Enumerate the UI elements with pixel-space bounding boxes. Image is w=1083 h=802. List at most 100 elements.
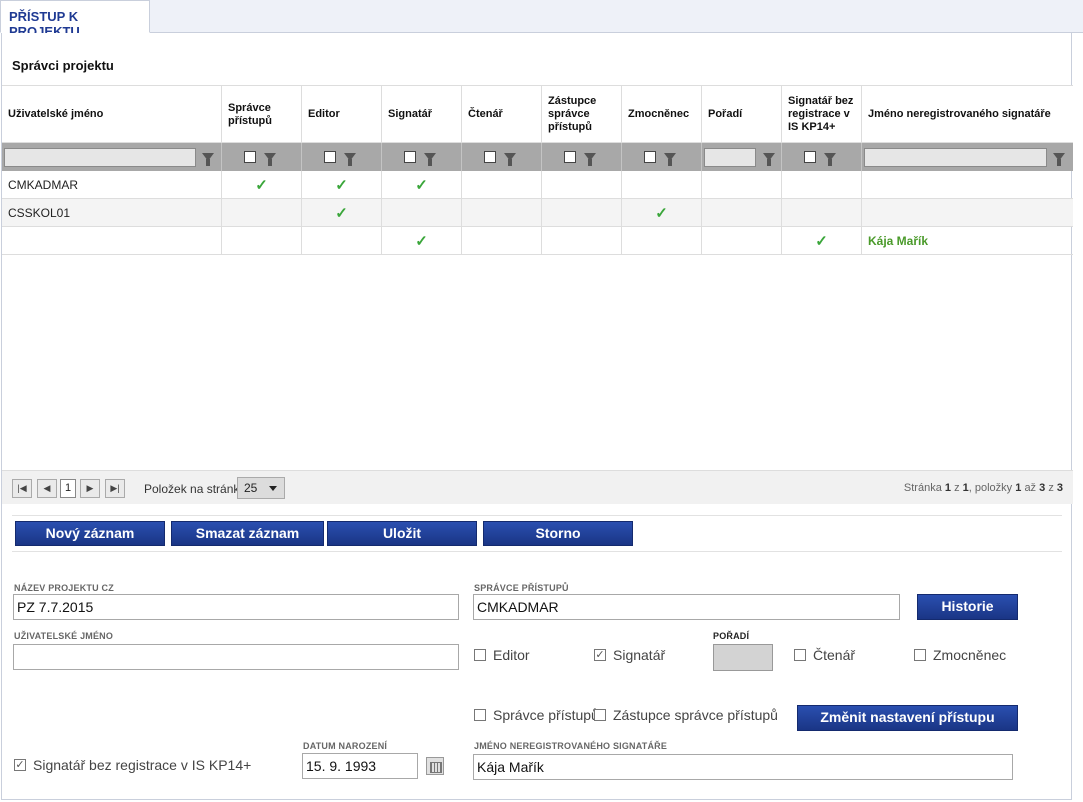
proxy-checkbox[interactable] — [914, 649, 926, 661]
editor-checkbox-label: Editor — [493, 647, 530, 663]
filter-icon[interactable] — [504, 153, 516, 166]
unregistered-name-field[interactable]: Kája Mařík — [473, 754, 1013, 780]
filter-icon[interactable] — [344, 153, 356, 166]
calendar-icon[interactable] — [426, 757, 444, 775]
per-page-value: 25 — [244, 481, 258, 495]
reader-checkbox[interactable] — [794, 649, 806, 661]
filter-icon[interactable] — [424, 153, 436, 166]
cell-editor — [302, 227, 382, 254]
cell-order — [702, 171, 782, 198]
filter-cell-username — [2, 143, 222, 171]
cell-reader — [462, 199, 542, 226]
filter-icon[interactable] — [824, 153, 836, 166]
column-header-deputy-admin[interactable]: Zástupce správce přístupů — [542, 86, 622, 143]
save-button[interactable]: Uložit — [327, 521, 477, 546]
filter-input-unregistered-name[interactable] — [864, 147, 1047, 167]
filter-cell-editor — [302, 143, 382, 171]
column-header-username[interactable]: Uživatelské jméno — [2, 86, 222, 143]
first-page-button[interactable]: |◀ — [12, 479, 32, 498]
filter-checkbox[interactable] — [484, 151, 496, 163]
page-number-input[interactable]: 1 — [60, 479, 76, 498]
cell-proxy: ✓ — [622, 199, 702, 226]
filter-checkbox[interactable] — [564, 151, 576, 163]
next-page-button[interactable]: ▶ — [80, 479, 100, 498]
deputy-admin-checkbox-label: Zástupce správce přístupů — [613, 707, 778, 723]
cell-order — [702, 227, 782, 254]
column-header-unregistered-name[interactable]: Jméno neregistrovaného signatáře — [862, 86, 1073, 143]
new-record-button[interactable]: Nový záznam — [15, 521, 165, 546]
column-header-proxy[interactable]: Zmocněnec — [622, 86, 702, 143]
unregistered-signatory-label: Signatář bez registrace v IS KP14+ — [33, 757, 252, 773]
editor-checkbox[interactable] — [474, 649, 486, 661]
birth-date-label: DATUM NAROZENÍ — [303, 741, 388, 751]
prev-page-button[interactable]: ◀ — [37, 479, 57, 498]
column-header-reader[interactable]: Čtenář — [462, 86, 542, 143]
column-header-editor[interactable]: Editor — [302, 86, 382, 143]
column-header-unregistered-signatory[interactable]: Signatář bez registrace v IS KP14+ — [782, 86, 862, 143]
pager-info-to-word: až — [1024, 482, 1037, 494]
project-name-field[interactable]: PZ 7.7.2015 — [13, 594, 459, 620]
pager-info-to: 3 — [1039, 482, 1046, 494]
section-title: Správci projektu — [12, 58, 114, 73]
filter-input-order[interactable] — [704, 147, 756, 167]
column-header-signatory[interactable]: Signatář — [382, 86, 462, 143]
filter-icon[interactable] — [763, 153, 775, 166]
filter-checkbox[interactable] — [324, 151, 336, 163]
per-page-select[interactable]: 25 — [237, 477, 285, 499]
cell-signatory: ✓ — [382, 171, 462, 198]
cell-access-admin: ✓ — [222, 171, 302, 198]
pager-info-items: , položky — [968, 482, 1013, 494]
filter-icon[interactable] — [584, 153, 596, 166]
filter-icon[interactable] — [664, 153, 676, 166]
access-admin-label: SPRÁVCE PŘÍSTUPŮ — [474, 583, 569, 593]
table-row[interactable]: CMKADMAR ✓ ✓ ✓ — [2, 171, 1073, 199]
cell-username: CMKADMAR — [2, 171, 222, 198]
cell-unregistered-name — [862, 171, 1073, 198]
column-header-access-admin[interactable]: Správce přístupů — [222, 86, 302, 143]
check-icon: ✓ — [335, 176, 348, 194]
access-admin-field[interactable]: CMKADMAR — [473, 594, 900, 620]
table-row[interactable]: ✓ ✓ Kája Mařík — [2, 227, 1073, 255]
table-row[interactable]: CSSKOL01 ✓ ✓ — [2, 199, 1073, 227]
unregistered-signatory-checkbox[interactable]: ✓ — [14, 759, 26, 771]
chevron-down-icon — [269, 486, 277, 491]
order-field[interactable] — [713, 644, 773, 671]
delete-record-button[interactable]: Smazat záznam — [171, 521, 324, 546]
access-admin-checkbox-label: Správce přístupů — [493, 707, 599, 723]
last-page-button[interactable]: ▶| — [105, 479, 125, 498]
filter-cell-order — [702, 143, 782, 171]
cell-username — [2, 227, 222, 254]
filter-checkbox[interactable] — [244, 151, 256, 163]
history-button[interactable]: Historie — [917, 594, 1018, 620]
per-page-label: Položek na stránku — [144, 482, 247, 496]
deputy-admin-checkbox[interactable] — [594, 709, 606, 721]
change-access-button[interactable]: Změnit nastavení přístupu — [797, 705, 1018, 731]
cell-deputy-admin — [542, 199, 622, 226]
filter-icon[interactable] — [264, 153, 276, 166]
pager-info-of: z — [954, 482, 960, 494]
pager-info-from: 1 — [1015, 482, 1022, 494]
filter-cell-deputy-admin — [542, 143, 622, 171]
filter-checkbox[interactable] — [404, 151, 416, 163]
tab-bar: PŘÍSTUP K PROJEKTU — [0, 0, 1083, 39]
filter-checkbox[interactable] — [804, 151, 816, 163]
pager-info-page: 1 — [944, 482, 952, 494]
username-field[interactable] — [13, 644, 459, 670]
tab-project-access[interactable]: PŘÍSTUP K PROJEKTU — [0, 0, 150, 39]
check-icon: ✓ — [255, 176, 268, 194]
cell-reader — [462, 171, 542, 198]
filter-checkbox[interactable] — [644, 151, 656, 163]
cell-access-admin — [222, 199, 302, 226]
username-label: UŽIVATELSKÉ JMÉNO — [14, 631, 114, 641]
signatory-checkbox[interactable]: ✓ — [594, 649, 606, 661]
filter-input-username[interactable] — [4, 147, 196, 167]
cell-signatory — [382, 199, 462, 226]
cancel-button[interactable]: Storno — [483, 521, 633, 546]
birth-date-field[interactable]: 15. 9. 1993 — [302, 753, 418, 779]
cell-signatory: ✓ — [382, 227, 462, 254]
signatory-checkbox-label: Signatář — [613, 647, 666, 663]
filter-icon[interactable] — [202, 153, 214, 166]
column-header-order[interactable]: Pořadí — [702, 86, 782, 143]
access-admin-checkbox[interactable] — [474, 709, 486, 721]
filter-icon[interactable] — [1053, 153, 1065, 166]
